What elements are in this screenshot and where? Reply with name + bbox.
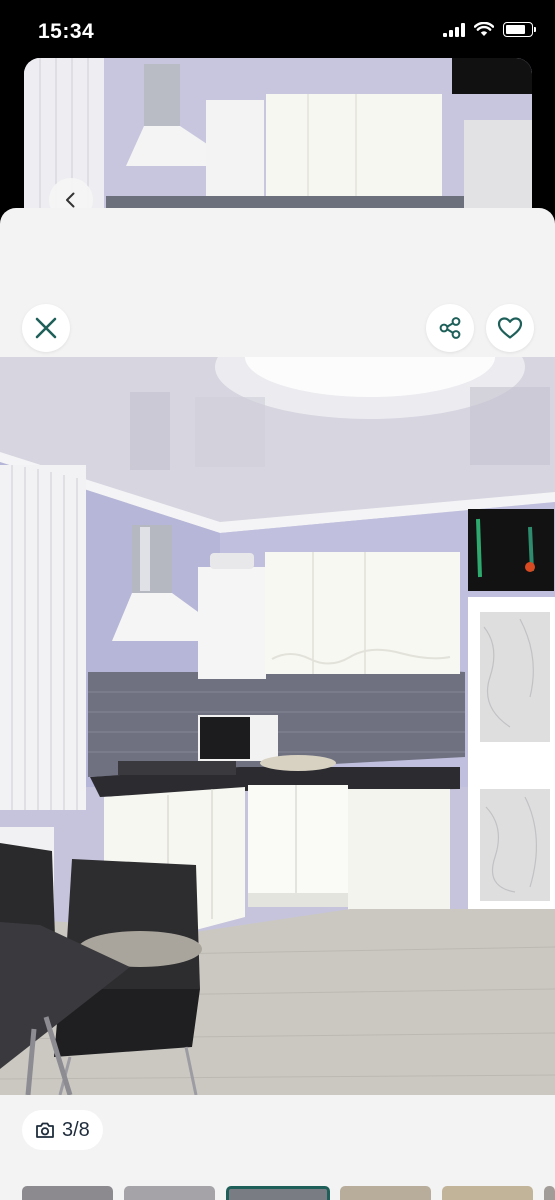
heart-icon — [497, 317, 523, 339]
gallery-main-photo[interactable] — [0, 357, 555, 1095]
background-photo — [24, 58, 532, 208]
status-bar: 15:34 — [0, 0, 555, 58]
photo-counter-badge: 3/8 — [22, 1110, 103, 1150]
thumbnail-item[interactable] — [22, 1186, 113, 1200]
thumbnail-item[interactable] — [124, 1186, 215, 1200]
close-button[interactable] — [22, 304, 70, 352]
thumbnail-strip — [0, 1186, 555, 1200]
share-icon — [439, 317, 461, 339]
kitchen-photo — [0, 357, 555, 1095]
chevron-left-icon — [66, 192, 75, 208]
wifi-icon — [474, 22, 494, 36]
thumbnail-item-selected[interactable] — [226, 1186, 330, 1200]
camera-icon — [36, 1122, 54, 1138]
favorite-button[interactable] — [486, 304, 534, 352]
photo-gallery-sheet: 3/8 — [0, 208, 555, 1200]
status-time: 15:34 — [38, 20, 95, 43]
battery-icon — [503, 22, 536, 37]
background-kitchen-image — [24, 58, 532, 208]
photo-counter-text: 3/8 — [62, 1118, 90, 1141]
battery-level — [506, 25, 526, 34]
thumbnail-item[interactable] — [442, 1186, 533, 1200]
background-listing-page — [0, 58, 555, 222]
thumbnail-item[interactable] — [544, 1186, 555, 1200]
share-button[interactable] — [426, 304, 474, 352]
close-icon — [35, 317, 57, 339]
thumbnail-item[interactable] — [340, 1186, 431, 1200]
status-icons — [443, 22, 536, 37]
cellular-signal-icon — [443, 22, 465, 37]
